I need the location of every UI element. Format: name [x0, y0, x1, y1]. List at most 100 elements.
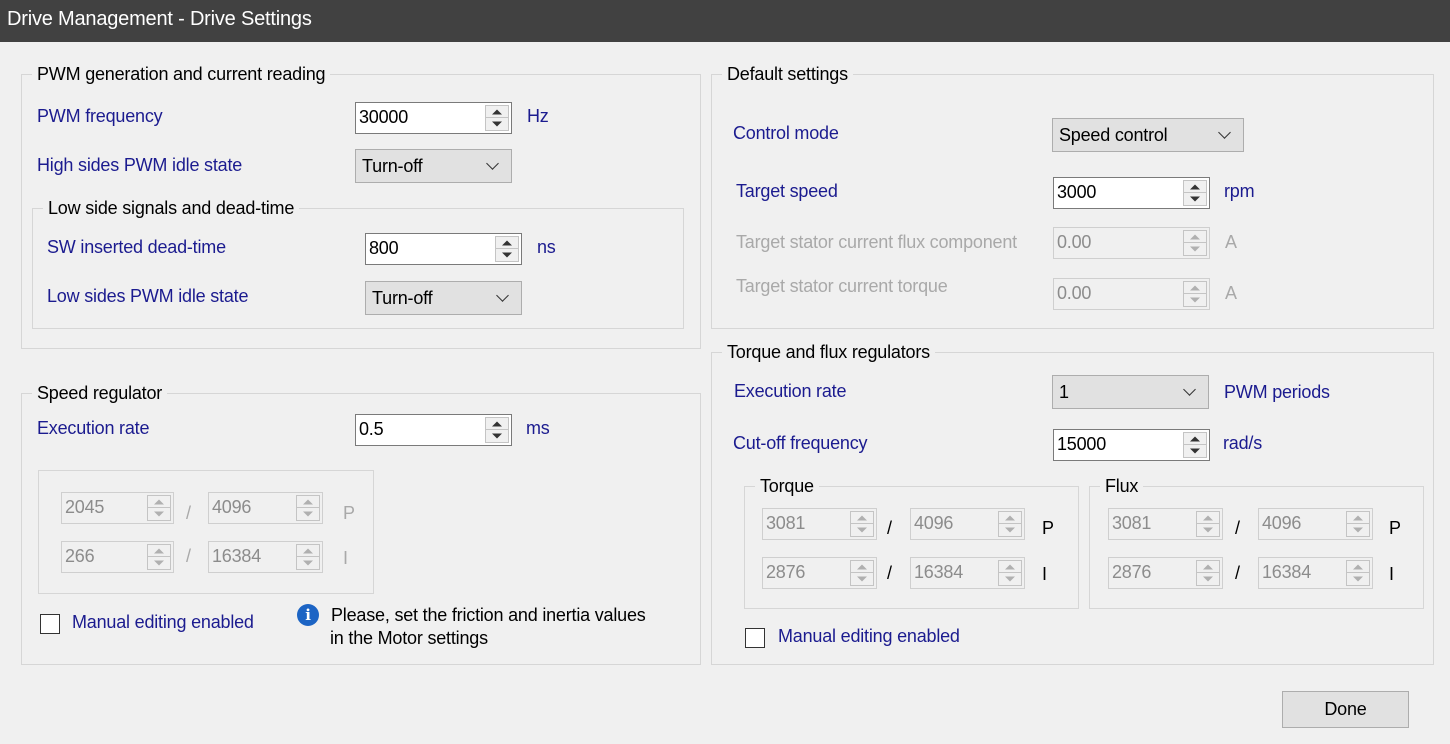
torque-p-num-value: 3081 [766, 513, 806, 533]
info-icon: i [297, 604, 319, 626]
flux-p-den-spinner: 4096 [1258, 508, 1373, 540]
spin-down-icon [999, 573, 1021, 585]
spin-down-icon[interactable] [486, 430, 508, 442]
spin-up-icon [851, 561, 873, 573]
spin-up-icon [297, 496, 319, 508]
spin-down-icon [148, 508, 170, 520]
speed-p-den-value: 4096 [212, 497, 252, 517]
tf-exec-label: Execution rate [734, 381, 847, 401]
control-mode-combo[interactable]: Speed control [1052, 118, 1244, 152]
deadtime-spinner[interactable]: 800 [365, 233, 522, 265]
torque-i-label: I [1042, 564, 1047, 584]
cutoff-value[interactable]: 15000 [1057, 434, 1106, 455]
flux-i-num-value: 2876 [1112, 562, 1152, 582]
speed-i-label: I [343, 548, 348, 568]
torque-current-label: Target stator current torque [736, 276, 948, 296]
speed-exec-unit: ms [526, 418, 550, 438]
low-side-group: Low side signals and dead-time [32, 197, 684, 329]
target-speed-spinner[interactable]: 3000 [1053, 177, 1210, 209]
speed-exec-spinner[interactable]: 0.5 [355, 414, 512, 446]
target-speed-value[interactable]: 3000 [1057, 182, 1096, 203]
spin-up-icon [1197, 512, 1219, 524]
low-idle-combo[interactable]: Turn-off [365, 281, 522, 315]
cutoff-spinner[interactable]: 15000 [1053, 429, 1210, 461]
pwm-group-legend: PWM generation and current reading [32, 63, 331, 85]
tf-exec-unit: PWM periods [1224, 382, 1330, 402]
target-speed-label: Target speed [736, 181, 838, 201]
done-button[interactable]: Done [1282, 691, 1409, 728]
flux-p-label: P [1389, 518, 1401, 538]
torque-p-slash: / [887, 518, 892, 538]
speed-i-slash: / [186, 546, 191, 566]
window-title: Drive Management - Drive Settings [7, 8, 312, 30]
pwm-frequency-spinner[interactable]: 30000 [355, 102, 512, 134]
flux-p-den-value: 4096 [1262, 513, 1302, 533]
pwm-frequency-unit: Hz [527, 106, 549, 126]
spin-down-icon [297, 557, 319, 569]
low-idle-label: Low sides PWM idle state [47, 286, 249, 306]
spin-down-icon [1184, 243, 1206, 255]
cutoff-arrows[interactable] [1183, 432, 1207, 458]
info-text-line1: Please, set the friction and inertia val… [331, 605, 646, 625]
done-button-label: Done [1324, 699, 1367, 719]
torque-i-den-value: 16384 [914, 562, 964, 582]
spin-up-icon [297, 545, 319, 557]
spin-up-icon[interactable] [496, 237, 518, 249]
torque-i-slash: / [887, 563, 892, 583]
speed-exec-value[interactable]: 0.5 [359, 419, 384, 440]
chevron-down-icon[interactable] [486, 157, 499, 170]
spin-up-icon [1184, 231, 1206, 243]
target-speed-unit: rpm [1224, 181, 1255, 201]
speed-i-den-spinner: 16384 [208, 541, 323, 573]
torque-box: Torque [744, 475, 1079, 609]
torque-p-num-spinner: 3081 [762, 508, 877, 540]
torque-i-den-spinner: 16384 [910, 557, 1025, 589]
spin-up-icon[interactable] [1184, 181, 1206, 193]
speed-manual-checkbox[interactable] [40, 614, 60, 634]
tf-manual-label[interactable]: Manual editing enabled [778, 626, 960, 647]
spin-up-icon [1347, 512, 1369, 524]
torque-legend: Torque [755, 475, 819, 497]
chevron-down-icon[interactable] [1218, 126, 1231, 139]
spin-up-icon[interactable] [486, 106, 508, 118]
pwm-frequency-label: PWM frequency [37, 106, 163, 126]
flux-legend: Flux [1100, 475, 1144, 497]
high-idle-label: High sides PWM idle state [37, 155, 243, 175]
torque-p-label: P [1042, 518, 1054, 538]
spin-up-icon[interactable] [486, 418, 508, 430]
flux-i-label: I [1389, 564, 1394, 584]
tf-exec-value: 1 [1059, 382, 1069, 402]
spin-down-icon [1184, 294, 1206, 306]
chevron-down-icon[interactable] [1183, 383, 1196, 396]
target-speed-arrows[interactable] [1183, 180, 1207, 206]
pwm-frequency-arrows[interactable] [485, 105, 509, 131]
spin-down-icon[interactable] [486, 118, 508, 130]
deadtime-label: SW inserted dead-time [47, 237, 226, 257]
torque-i-num-value: 2876 [766, 562, 806, 582]
spin-down-icon [999, 524, 1021, 536]
chevron-down-icon[interactable] [496, 289, 509, 302]
speed-p-den-spinner: 4096 [208, 492, 323, 524]
high-idle-combo[interactable]: Turn-off [355, 149, 512, 183]
tf-manual-checkbox[interactable] [745, 628, 765, 648]
torque-current-unit: A [1225, 283, 1237, 303]
spin-up-icon [148, 545, 170, 557]
tf-exec-combo[interactable]: 1 [1052, 375, 1209, 409]
spin-down-icon [851, 524, 873, 536]
spin-up-icon [851, 512, 873, 524]
spin-down-icon[interactable] [1184, 445, 1206, 457]
speed-exec-label: Execution rate [37, 418, 150, 438]
spin-down-icon [1197, 524, 1219, 536]
spin-up-icon[interactable] [1184, 433, 1206, 445]
torque-p-den-value: 4096 [914, 513, 954, 533]
spin-down-icon[interactable] [1184, 193, 1206, 205]
speed-manual-label[interactable]: Manual editing enabled [72, 612, 254, 633]
spin-down-icon[interactable] [496, 249, 518, 261]
pwm-frequency-value[interactable]: 30000 [359, 107, 408, 128]
high-idle-value: Turn-off [362, 156, 423, 176]
deadtime-value[interactable]: 800 [369, 238, 399, 259]
spin-up-icon [1347, 561, 1369, 573]
deadtime-arrows[interactable] [495, 236, 519, 262]
flux-i-den-value: 16384 [1262, 562, 1312, 582]
speed-exec-arrows[interactable] [485, 417, 509, 443]
